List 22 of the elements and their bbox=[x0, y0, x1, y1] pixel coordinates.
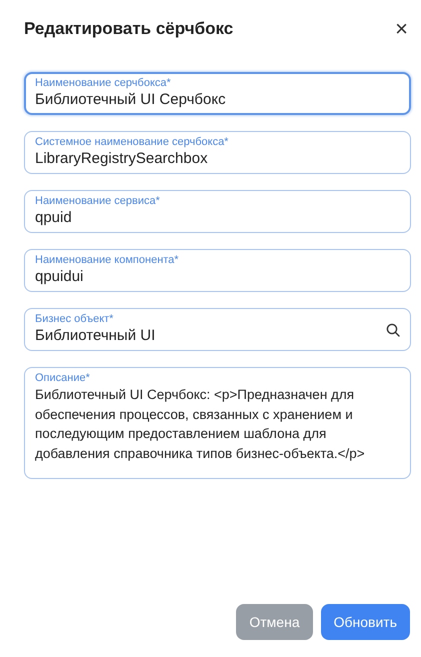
field-label: Наименование компонента* bbox=[35, 254, 180, 267]
input-field[interactable]: Наименование серчбокса* Библиотечный UI Серчбокс bbox=[24, 72, 411, 115]
field-label: Наименование серчбокса* bbox=[35, 77, 172, 90]
close-button[interactable]: × bbox=[393, 18, 410, 40]
update-button[interactable]: Обновить bbox=[320, 604, 410, 640]
input-field[interactable]: Наименование сервиса* qpuid bbox=[24, 190, 411, 233]
field-label: Описание* bbox=[35, 372, 91, 385]
input-field[interactable]: Системное наименование серчбокса* LibraryRegistrySearchbox bbox=[24, 131, 411, 174]
field-label: Системное наименование серчбокса* bbox=[35, 136, 230, 149]
description-field[interactable]: Описание* Библиотечный UI Серчбокс: <p>Предназначен для обеспечения процессов, связанных с хранением и последующим предоставлением шаблона для добавления справочника типов бизнес-объекта.</p> bbox=[24, 367, 411, 479]
field-value: LibraryRegistrySearchbox bbox=[35, 149, 209, 169]
search-icon[interactable] bbox=[386, 322, 400, 336]
field-value: Библиотечный UI Серчбокс bbox=[35, 90, 227, 110]
field-value: qpuidui bbox=[35, 267, 84, 287]
dialog-title: Редактировать сёрчбокс bbox=[24, 19, 234, 39]
field-value: Библиотечный UI bbox=[35, 326, 156, 346]
lookup-field[interactable]: Бизнес объект* Библиотечный UI bbox=[24, 308, 411, 351]
field-value: Библиотечный UI Серчбокс: <p>Предназначен для обеспечения процессов, связанных с хранением и последующим предоставлением шаблона для добавления справочника типов бизнес-объекта.</p> bbox=[35, 386, 366, 463]
field-value: qpuid bbox=[35, 208, 73, 228]
field-label: Наименование сервиса* bbox=[35, 195, 161, 208]
field-label: Бизнес объект* bbox=[35, 313, 114, 326]
input-field[interactable]: Наименование компонента* qpuidui bbox=[24, 249, 411, 292]
